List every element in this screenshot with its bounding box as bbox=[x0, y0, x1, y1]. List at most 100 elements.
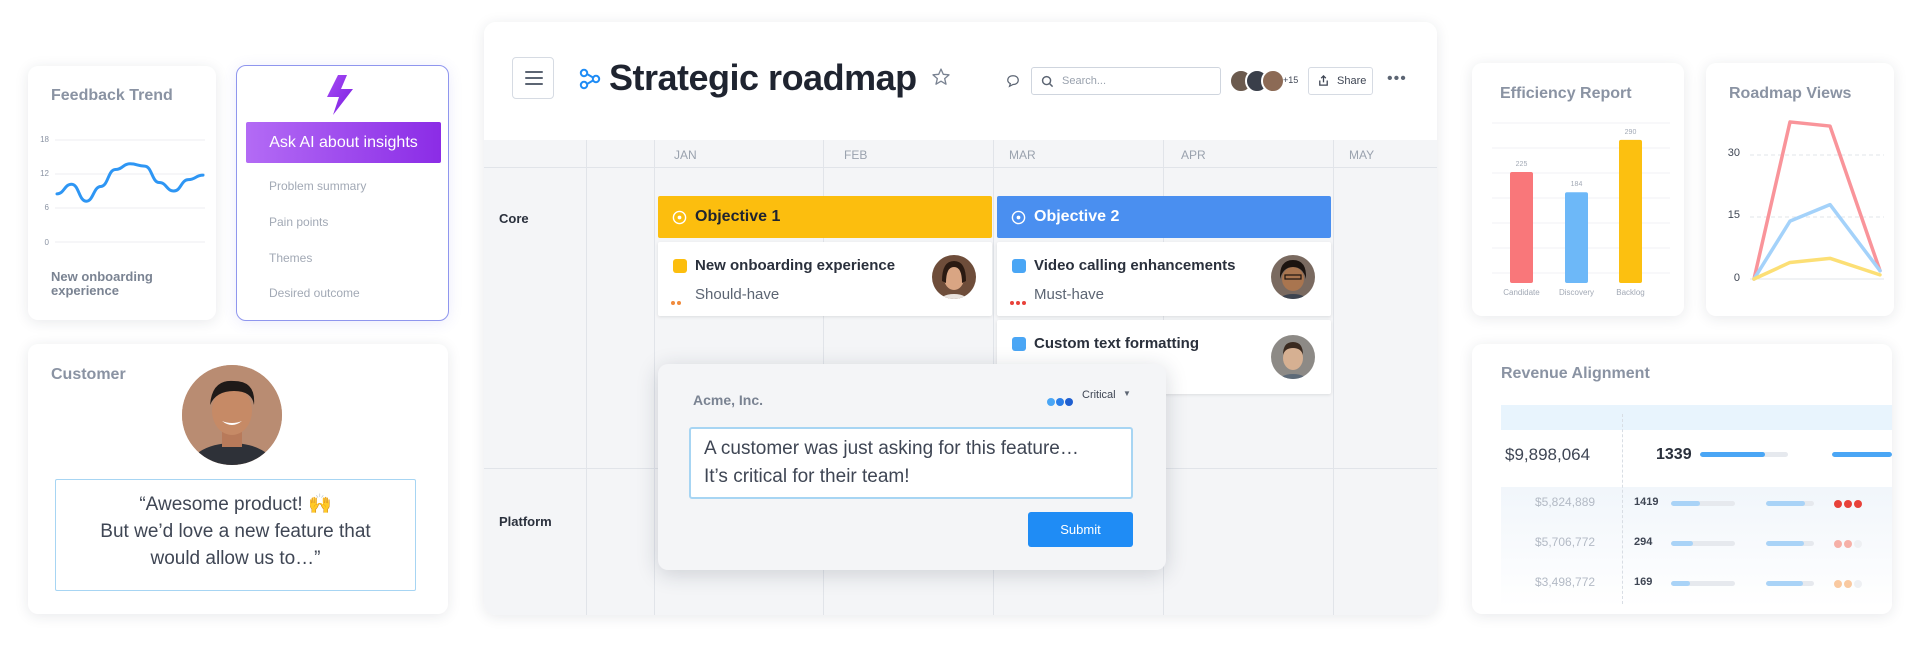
ai-insights-panel: Ask AI about insights Problem summary Pa… bbox=[236, 65, 449, 321]
bar-value-label: 225 bbox=[1516, 161, 1528, 168]
revenue-row-count: 1419 bbox=[1634, 496, 1659, 508]
feedback-trend-caption: New onboarding experience bbox=[51, 269, 153, 298]
status-dot bbox=[1844, 540, 1852, 548]
revenue-progress bbox=[1766, 541, 1814, 546]
month-divider bbox=[823, 146, 824, 172]
month-label: MAY bbox=[1349, 148, 1375, 162]
revenue-row-amount: $3,498,772 bbox=[1535, 575, 1596, 589]
month-label: MAR bbox=[1009, 148, 1036, 162]
column-divider bbox=[1622, 414, 1623, 604]
customer-card: Customer “Awesome product! 🙌 But we’d lo… bbox=[28, 344, 448, 614]
feedback-trend-line bbox=[55, 162, 205, 203]
views-series-line bbox=[1752, 120, 1882, 281]
revenue-header-band bbox=[1501, 405, 1892, 430]
status-dot bbox=[1844, 580, 1852, 588]
month-divider bbox=[654, 146, 655, 172]
grid-line bbox=[586, 140, 587, 615]
page-title: Strategic roadmap bbox=[609, 57, 917, 98]
priority-dots bbox=[671, 292, 683, 310]
month-label: APR bbox=[1181, 148, 1206, 162]
efficiency-bar bbox=[1565, 192, 1588, 283]
search-input[interactable]: Search... bbox=[1031, 67, 1221, 95]
efficiency-report-card: Efficiency Report 225 Candidate 184 Discove… bbox=[1472, 63, 1684, 316]
revenue-count: 1339 bbox=[1656, 446, 1692, 463]
status-dot bbox=[1844, 500, 1852, 508]
feature-color-square bbox=[1012, 259, 1026, 273]
bar-category-label: Backlog bbox=[1616, 288, 1644, 297]
ask-ai-button[interactable]: Ask AI about insights bbox=[246, 122, 441, 163]
search-icon bbox=[1041, 75, 1054, 88]
feedback-trend-chart bbox=[55, 139, 205, 243]
feature-card[interactable]: Video calling enhancements Must-have bbox=[997, 242, 1331, 316]
efficiency-bar bbox=[1510, 172, 1533, 283]
ai-item-desired-outcome[interactable]: Desired outcome bbox=[269, 286, 360, 300]
feature-card[interactable]: New onboarding experience Should-have bbox=[658, 242, 992, 316]
revenue-status-dots bbox=[1834, 495, 1864, 513]
revenue-progress bbox=[1671, 501, 1735, 506]
objective-icon bbox=[672, 210, 687, 225]
revenue-row-amount: $5,706,772 bbox=[1535, 535, 1596, 549]
y-tick-label: 18 bbox=[40, 135, 49, 144]
menu-button[interactable] bbox=[512, 57, 554, 99]
views-series-line bbox=[1752, 256, 1882, 281]
revenue-alignment-title: Revenue Alignment bbox=[1501, 365, 1650, 382]
month-divider bbox=[993, 146, 994, 172]
revenue-row-count: 294 bbox=[1634, 536, 1653, 548]
y-tick-label: 15 bbox=[1727, 209, 1740, 221]
share-icon bbox=[1319, 74, 1328, 86]
feature-color-square bbox=[673, 259, 687, 273]
roadmap-views-chart bbox=[1750, 120, 1884, 281]
month-divider bbox=[1163, 146, 1164, 172]
collaborator-avatar[interactable] bbox=[1261, 69, 1285, 93]
status-dot bbox=[1854, 540, 1862, 548]
revenue-row-amount: $5,824,889 bbox=[1535, 495, 1596, 509]
revenue-amount: $9,898,064 bbox=[1505, 445, 1591, 464]
feedback-message-field[interactable]: A customer was just asking for this feat… bbox=[689, 427, 1133, 499]
submit-button[interactable]: Submit bbox=[1028, 512, 1133, 547]
importance-select[interactable]: Critical bbox=[1082, 389, 1116, 401]
more-options-icon[interactable]: ••• bbox=[1387, 70, 1407, 88]
status-dot bbox=[1854, 500, 1862, 508]
header-divider bbox=[484, 167, 1437, 168]
revenue-row-count: 169 bbox=[1634, 576, 1653, 588]
ai-item-problem-summary[interactable]: Problem summary bbox=[269, 179, 366, 193]
quote-line: “Awesome product! 🙌 bbox=[139, 494, 332, 515]
bar-value-label: 290 bbox=[1625, 129, 1637, 136]
ai-item-pain-points[interactable]: Pain points bbox=[269, 215, 328, 229]
objective-label: Objective 2 bbox=[1034, 208, 1120, 225]
quote-line: would allow us to…” bbox=[150, 548, 321, 569]
collaborators-more[interactable]: +15 bbox=[1283, 75, 1298, 85]
feedback-popup: Acme, Inc. Critical ▼ A customer was jus… bbox=[658, 364, 1166, 570]
feature-priority: Must-have bbox=[1034, 286, 1105, 303]
feedback-trend-title: Feedback Trend bbox=[51, 87, 173, 104]
efficiency-chart: 225 Candidate 184 Discovery 290 Backlog bbox=[1492, 122, 1670, 297]
feature-name: New onboarding experience bbox=[695, 257, 896, 274]
y-tick-label: 12 bbox=[40, 169, 49, 178]
roadmap-logo-icon bbox=[579, 68, 601, 90]
objective-label: Objective 1 bbox=[695, 208, 781, 225]
owner-avatar bbox=[932, 255, 976, 299]
ai-item-themes[interactable]: Themes bbox=[269, 251, 312, 265]
y-tick-label: 6 bbox=[44, 203, 49, 212]
comment-icon[interactable] bbox=[1006, 74, 1020, 88]
roadmap-views-card: Roadmap Views 30 15 0 bbox=[1706, 63, 1894, 316]
message-line: It’s critical for their team! bbox=[704, 466, 910, 487]
star-icon[interactable] bbox=[931, 67, 951, 87]
grid-line bbox=[654, 140, 655, 615]
chevron-down-icon[interactable]: ▼ bbox=[1123, 389, 1131, 398]
status-dot bbox=[1834, 580, 1842, 588]
objective-bar[interactable]: Objective 1 bbox=[658, 196, 992, 238]
status-dot bbox=[1834, 540, 1842, 548]
quote-line: But we’d love a new feature that bbox=[100, 521, 371, 542]
lightning-bolt-icon bbox=[327, 75, 353, 115]
y-tick-label: 0 bbox=[1733, 272, 1740, 284]
customer-avatar bbox=[182, 365, 282, 465]
revenue-progress bbox=[1700, 452, 1788, 457]
efficiency-report-title: Efficiency Report bbox=[1500, 85, 1632, 102]
revenue-status-dots bbox=[1834, 575, 1864, 593]
message-line: A customer was just asking for this feat… bbox=[704, 438, 1079, 459]
revenue-status-dots bbox=[1834, 535, 1864, 553]
objective-bar[interactable]: Objective 2 bbox=[997, 196, 1331, 238]
roadmap-views-title: Roadmap Views bbox=[1729, 85, 1852, 102]
revenue-progress bbox=[1766, 501, 1814, 506]
